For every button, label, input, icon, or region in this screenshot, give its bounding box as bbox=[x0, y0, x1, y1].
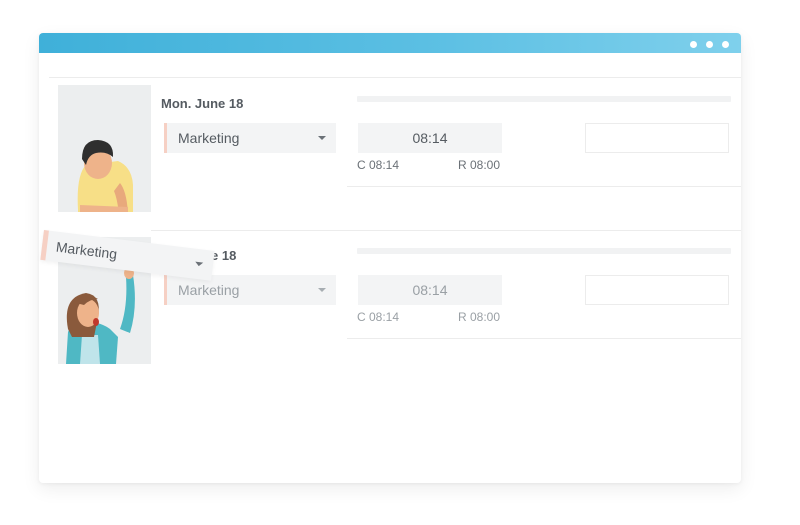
dragged-select-value: Marketing bbox=[55, 238, 119, 263]
checkin-time: C 08:14 bbox=[357, 310, 400, 324]
department-select[interactable]: Marketing bbox=[164, 123, 336, 153]
time-input[interactable]: 08:14 bbox=[358, 275, 502, 305]
placeholder-bar bbox=[357, 248, 731, 254]
entry-date: Mon. June 18 bbox=[161, 96, 244, 111]
placeholder-bar bbox=[357, 96, 731, 102]
window-dot-3[interactable] bbox=[722, 41, 729, 48]
recorded-time: R 08:00 bbox=[458, 310, 501, 324]
window-dot-2[interactable] bbox=[706, 41, 713, 48]
time-input[interactable]: 08:14 bbox=[358, 123, 502, 153]
employee-photo-1 bbox=[58, 85, 151, 212]
note-input[interactable] bbox=[585, 123, 729, 153]
checkin-time: C 08:14 bbox=[357, 158, 400, 172]
caret-down-icon bbox=[318, 136, 326, 140]
department-select[interactable]: Marketing bbox=[164, 275, 336, 305]
note-input[interactable] bbox=[585, 275, 729, 305]
recorded-time: R 08:00 bbox=[458, 158, 501, 172]
section-divider bbox=[151, 230, 741, 231]
department-select-value: Marketing bbox=[178, 130, 240, 146]
caret-down-icon bbox=[318, 288, 326, 292]
caret-down-icon bbox=[194, 261, 204, 267]
window-dot-1[interactable] bbox=[690, 41, 697, 48]
row-divider bbox=[347, 338, 741, 339]
divider bbox=[49, 77, 741, 78]
man-illustration bbox=[77, 140, 133, 212]
title-bar bbox=[39, 33, 741, 53]
row-divider bbox=[347, 186, 741, 187]
department-select-value: Marketing bbox=[178, 282, 240, 298]
